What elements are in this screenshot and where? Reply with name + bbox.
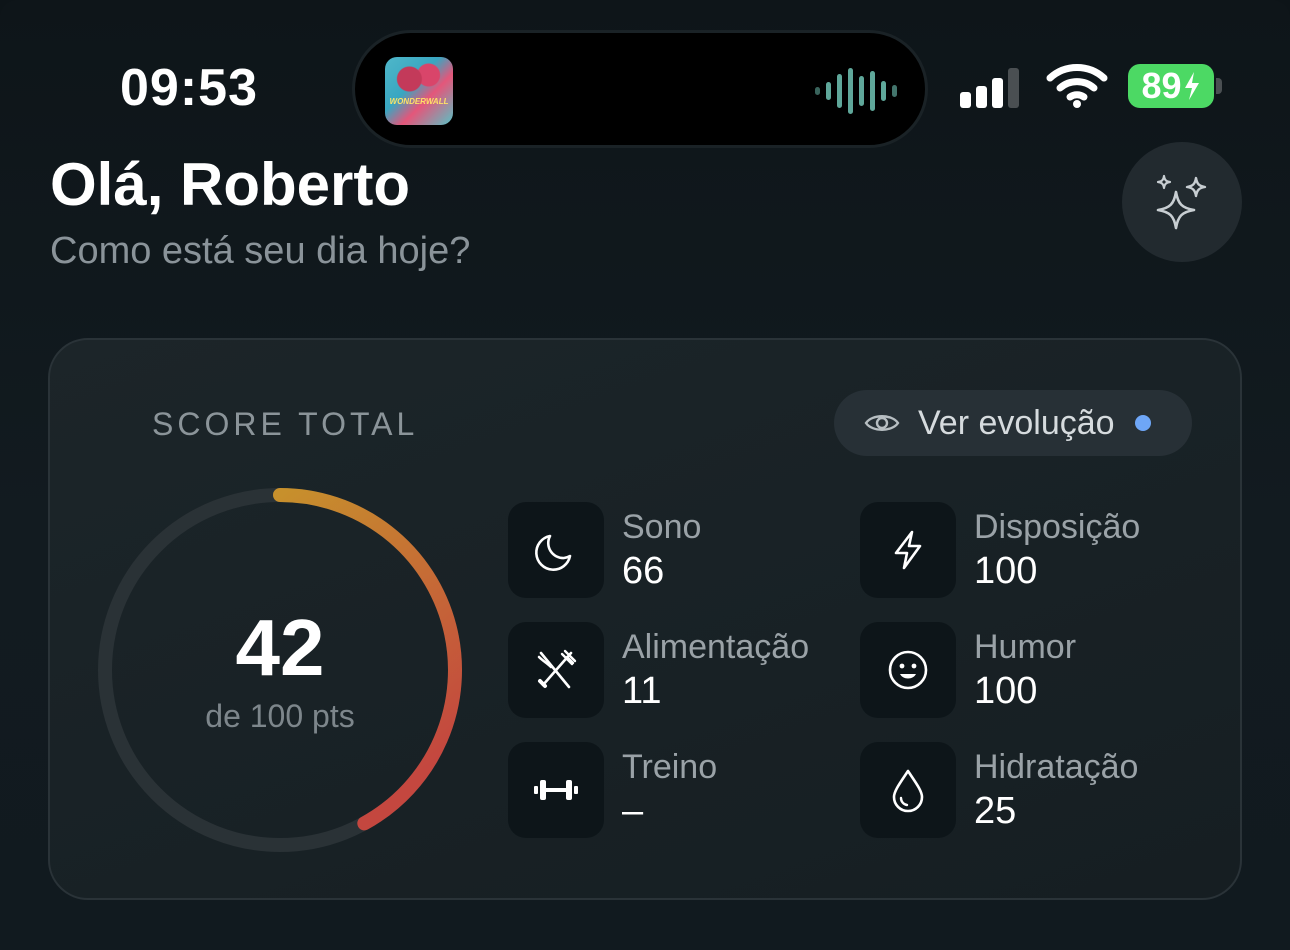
status-time: 09:53 xyxy=(120,59,258,117)
metric-sono[interactable]: Sono 66 xyxy=(508,502,848,598)
battery-indicator: 89 xyxy=(1128,64,1214,108)
battery-level: 89 xyxy=(1141,65,1182,106)
greeting-subtitle: Como está seu dia hoje? xyxy=(50,230,471,272)
dumbbell-icon xyxy=(534,780,578,800)
metric-hidratacao[interactable]: Hidratação 25 xyxy=(860,742,1200,838)
view-evolution-button[interactable]: Ver evolução xyxy=(834,390,1192,456)
metric-value: 100 xyxy=(974,670,1038,712)
view-evolution-label: Ver evolução xyxy=(918,403,1115,442)
app-screen: 09:53 WONDERWALL 89 Olá, Roberto Como es… xyxy=(0,0,1290,950)
score-card: SCORE TOTAL Ver evolução 42 de 100 pts S… xyxy=(48,338,1242,900)
metric-value: 100 xyxy=(974,550,1038,592)
charging-bolt-icon xyxy=(1184,72,1199,100)
metric-value: 25 xyxy=(974,790,1017,832)
metric-humor[interactable]: Humor 100 xyxy=(860,622,1200,718)
dynamic-island-now-playing[interactable]: WONDERWALL xyxy=(352,30,928,148)
metric-name: Alimentação xyxy=(622,628,810,666)
eye-icon xyxy=(864,415,900,431)
droplet-icon xyxy=(892,769,924,813)
cellular-signal-icon xyxy=(960,68,1019,108)
metric-name: Sono xyxy=(622,508,702,546)
new-indicator-dot xyxy=(1134,415,1151,431)
lightning-icon xyxy=(894,530,922,570)
metric-value: – xyxy=(622,790,644,832)
greeting-title: Olá, Roberto xyxy=(50,151,411,218)
score-card-label: SCORE TOTAL xyxy=(152,406,419,442)
wifi-icon xyxy=(1046,64,1108,108)
metric-name: Humor xyxy=(974,628,1077,666)
metric-value: 11 xyxy=(622,670,662,712)
ai-assistant-button[interactable] xyxy=(1122,142,1242,262)
metric-tile xyxy=(508,502,604,598)
smiley-icon xyxy=(888,650,928,690)
moon-icon xyxy=(535,534,572,571)
metric-disposicao[interactable]: Disposição 100 xyxy=(860,502,1200,598)
metric-tile xyxy=(860,742,956,838)
metric-tile xyxy=(860,502,956,598)
waveform-icon xyxy=(815,67,897,115)
metric-tile xyxy=(508,622,604,718)
metric-name: Treino xyxy=(622,748,718,786)
metric-value: 66 xyxy=(622,550,665,592)
metric-tile xyxy=(508,742,604,838)
battery-nub xyxy=(1216,78,1222,94)
score-value: 42 xyxy=(235,603,325,692)
metric-tile xyxy=(860,622,956,718)
sparkles-icon xyxy=(1156,174,1207,230)
album-title: WONDERWALL xyxy=(389,97,449,106)
metric-alimentacao[interactable]: Alimentação 11 xyxy=(508,622,848,718)
metric-treino[interactable]: Treino – xyxy=(508,742,848,838)
score-max-label: de 100 pts xyxy=(205,698,355,734)
metric-name: Hidratação xyxy=(974,748,1139,786)
metric-name: Disposição xyxy=(974,508,1141,546)
album-art: WONDERWALL xyxy=(385,57,453,125)
utensils-icon xyxy=(537,649,577,689)
